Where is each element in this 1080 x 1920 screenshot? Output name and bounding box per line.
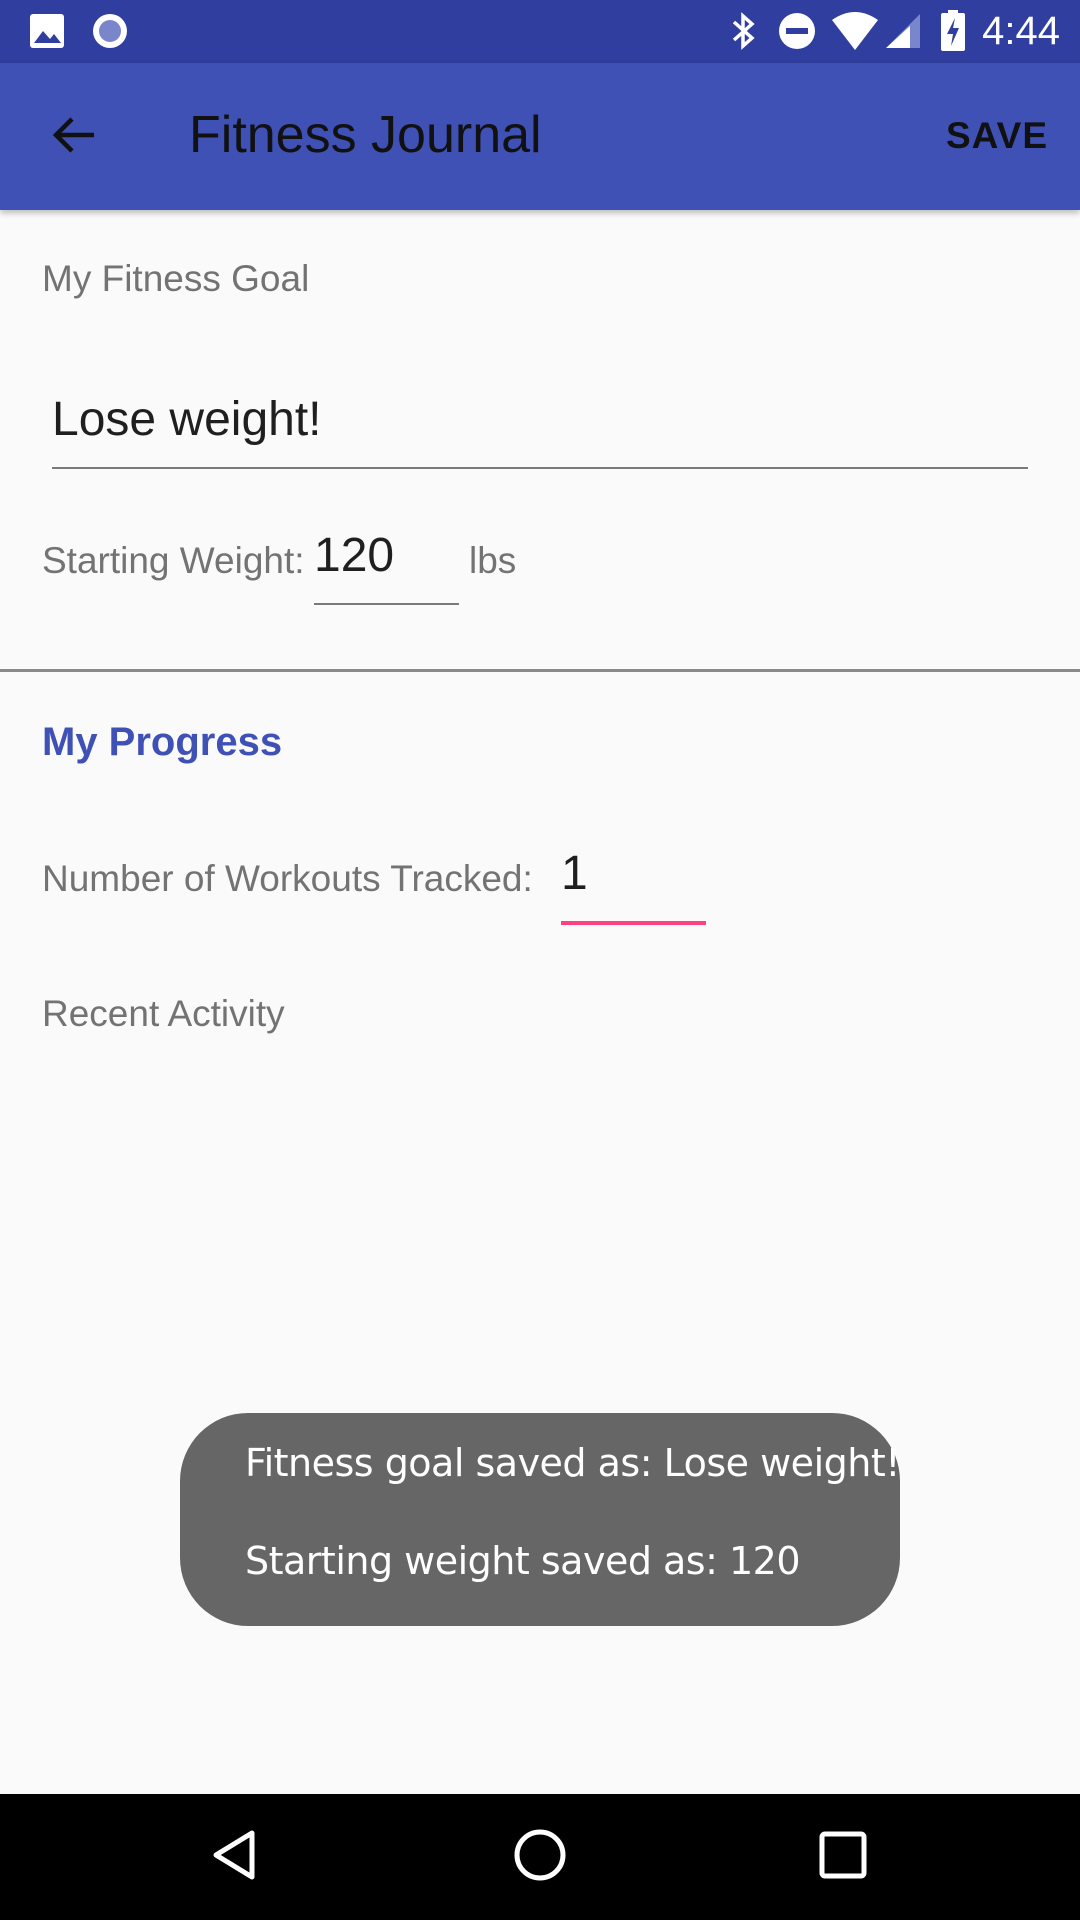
workouts-tracked-underline <box>561 921 706 925</box>
goal-label: My Fitness Goal <box>42 258 310 299</box>
do-not-disturb-icon <box>776 10 818 52</box>
app-bar: Fitness Journal SAVE <box>0 63 1080 210</box>
recent-activity-label: Recent Activity <box>42 993 285 1034</box>
cell-signal-icon <box>882 10 922 52</box>
bluetooth-icon <box>726 10 760 52</box>
workouts-tracked-input[interactable]: 1 <box>561 844 588 904</box>
goal-input-underline <box>52 467 1028 469</box>
toast-line-goal: Fitness goal saved as: Lose weight! <box>245 1441 900 1485</box>
weight-unit-label: lbs <box>469 540 517 581</box>
nav-recents-button[interactable] <box>800 1814 886 1900</box>
starting-weight-input[interactable]: 120 <box>314 526 394 586</box>
toast-line-weight: Starting weight saved as: 120 <box>245 1539 801 1583</box>
progress-section-title: My Progress <box>42 720 283 764</box>
workouts-tracked-label: Number of Workouts Tracked: <box>42 858 533 899</box>
section-divider <box>0 669 1080 672</box>
toast-message: Fitness goal saved as: Lose weight! Star… <box>180 1413 900 1626</box>
record-icon <box>88 10 132 52</box>
battery-charging-icon <box>940 10 966 52</box>
goal-input[interactable]: Lose weight! <box>52 390 322 450</box>
starting-weight-label: Starting Weight: <box>42 540 305 581</box>
save-button[interactable]: SAVE <box>946 113 1048 159</box>
app-title: Fitness Journal <box>189 106 542 164</box>
recents-square-icon <box>813 1825 873 1890</box>
status-time: 4:44 <box>982 9 1060 53</box>
starting-weight-underline <box>314 603 459 605</box>
status-bar: 4:44 <box>0 0 1080 63</box>
back-button[interactable] <box>30 93 118 181</box>
image-icon <box>28 10 68 52</box>
back-arrow-icon <box>50 111 98 164</box>
back-triangle-icon <box>206 1825 266 1890</box>
wifi-icon <box>830 10 880 52</box>
home-circle-icon <box>510 1825 570 1890</box>
nav-home-button[interactable] <box>497 1814 583 1900</box>
nav-back-button[interactable] <box>193 1814 279 1900</box>
navigation-bar <box>0 1794 1080 1920</box>
